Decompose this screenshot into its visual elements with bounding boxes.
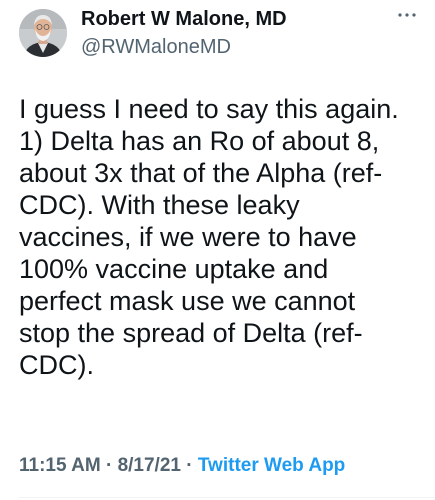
tweet-date[interactable]: 8/17/21: [118, 455, 181, 476]
tweet-text-line: about 3x that of the Alpha (ref-: [19, 158, 383, 188]
tweet-text: I guess I need to say this again. 1) Del…: [19, 93, 429, 381]
meta-separator: ·: [186, 455, 193, 476]
tweet-source-link[interactable]: Twitter Web App: [198, 455, 345, 476]
more-options-button[interactable]: [396, 8, 418, 22]
tweet-text-line: 1) Delta has an Ro of about 8,: [19, 126, 380, 156]
tweet-text-line: I guess I need to say this again.: [19, 94, 399, 124]
ellipsis-icon: [398, 13, 416, 17]
tweet-text-line: 100% vaccine uptake and: [19, 254, 329, 284]
author-name[interactable]: Robert W Malone, MD: [81, 8, 287, 31]
profile-photo-icon: [19, 9, 67, 57]
tweet-text-line: perfect mask use we cannot: [19, 286, 356, 316]
tweet-text-line: vaccines, if we were to have: [19, 222, 357, 252]
meta-separator: ·: [105, 455, 113, 476]
author-handle[interactable]: @RWMaloneMD: [81, 36, 231, 59]
tweet-text-line: CDC). With these leaky: [19, 190, 300, 220]
tweet-text-line: CDC).: [19, 350, 94, 380]
avatar[interactable]: [19, 9, 67, 57]
tweet-time[interactable]: 11:15 AM: [19, 455, 101, 476]
tweet-text-line: stop the spread of Delta (ref-: [19, 318, 363, 348]
divider: [19, 497, 435, 498]
tweet-metadata: 11:15 AM · 8/17/21 · Twitter Web App: [19, 455, 345, 477]
tweet: Robert W Malone, MD @RWMaloneMD I guess …: [0, 0, 435, 500]
